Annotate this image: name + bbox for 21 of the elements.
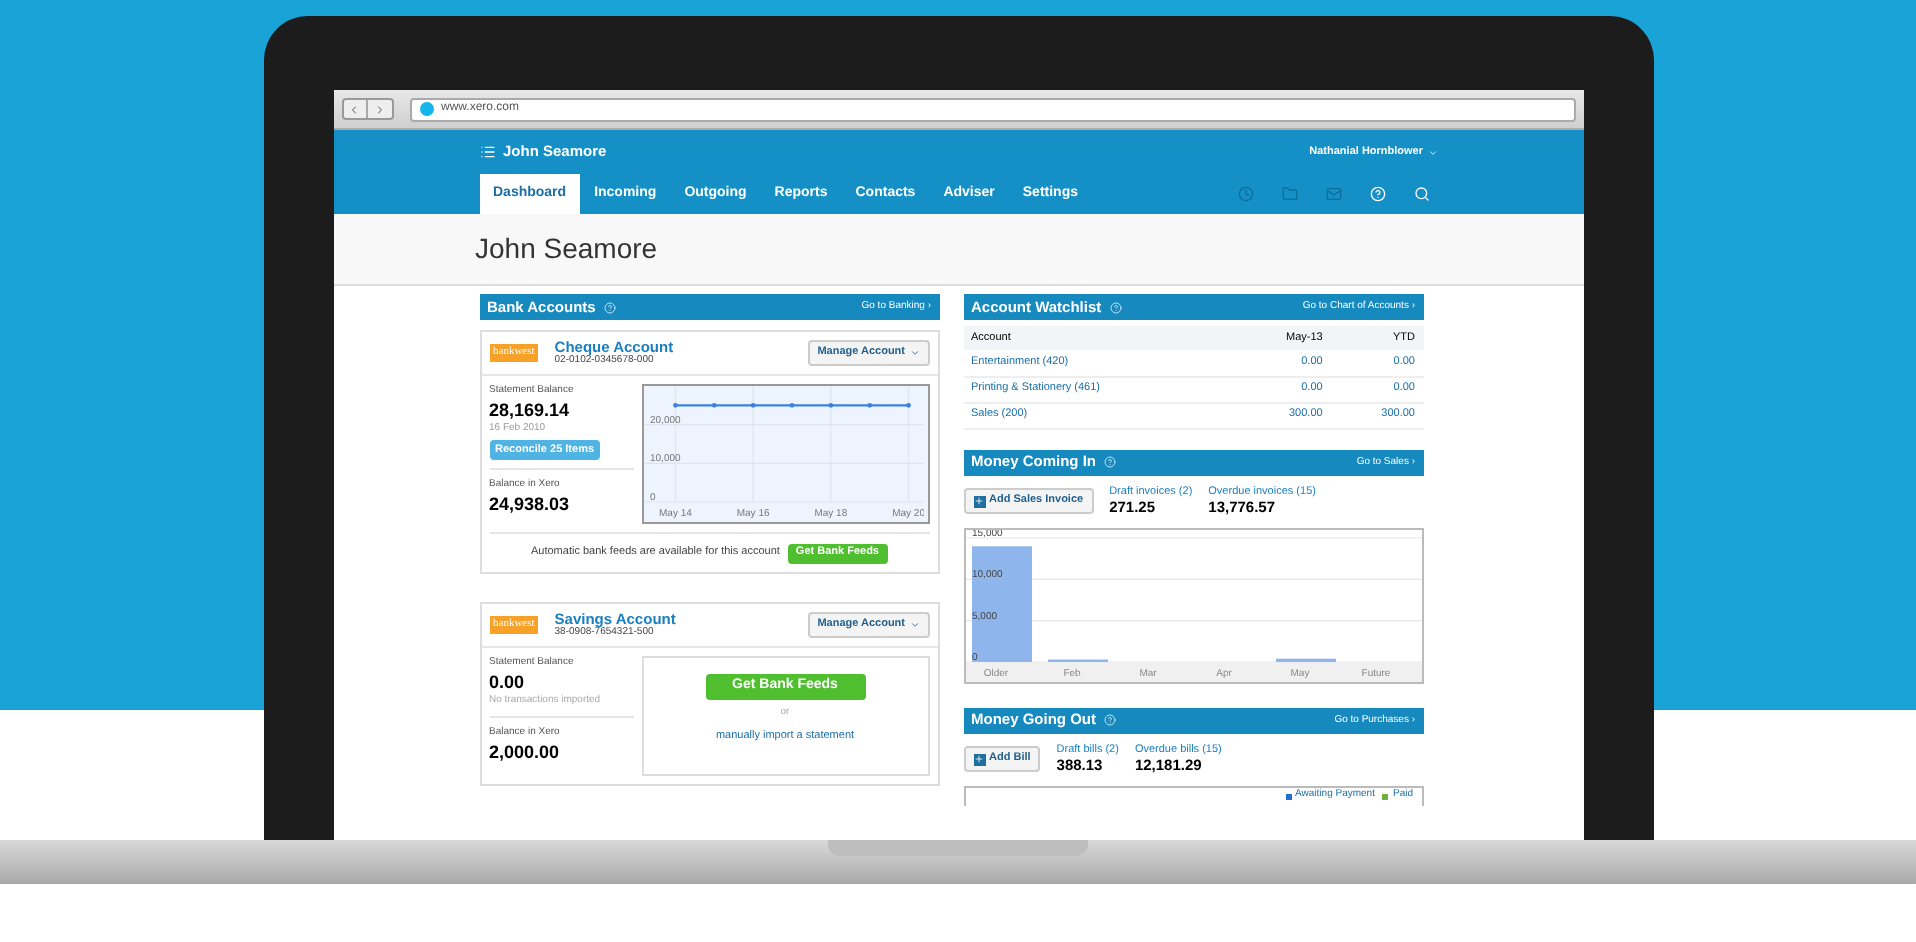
help-icon[interactable] (1109, 301, 1122, 313)
xero-balance: 2,000.00 (489, 741, 562, 763)
plus-icon (973, 495, 985, 507)
page-title: John Seamore (475, 230, 658, 268)
search-icon[interactable] (1413, 186, 1429, 202)
statement-balance: 0.00 (489, 671, 527, 693)
help-icon[interactable] (1104, 456, 1116, 468)
caret-icon (1427, 147, 1437, 157)
menu-icon[interactable] (479, 144, 495, 160)
help-icon[interactable] (603, 301, 616, 313)
bar (971, 545, 1031, 661)
help-icon[interactable] (1104, 714, 1116, 726)
site-icon (419, 102, 433, 116)
plus-icon (973, 753, 985, 765)
caret-icon (909, 348, 919, 358)
statement-balance: 28,169.14 (489, 399, 572, 421)
xero-balance: 24,938.03 (489, 493, 572, 515)
folder-icon[interactable] (1281, 186, 1297, 202)
caret-icon (909, 620, 919, 630)
mail-icon[interactable] (1325, 186, 1341, 202)
history-icon[interactable] (1237, 186, 1253, 202)
